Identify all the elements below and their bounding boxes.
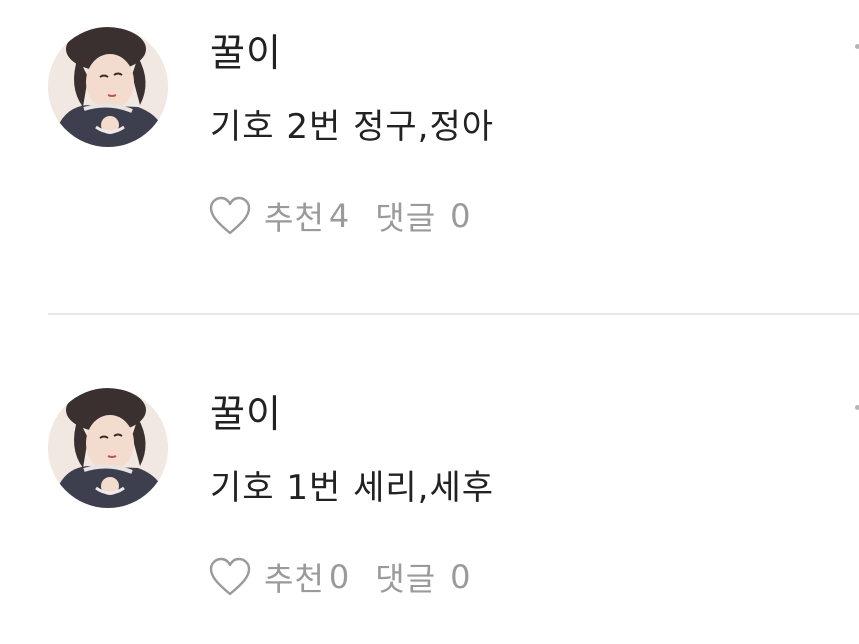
comment-author[interactable]: 꿀이 [210, 391, 282, 437]
comment-item: 꿀이 기호 2번 정구,정아 추천 4 댓글 0 [0, 0, 859, 250]
comment-actions: 추천 0 댓글 0 [208, 554, 471, 600]
heart-outline-icon [209, 196, 251, 235]
recommend-count: 4 [328, 197, 350, 235]
reply-count: 0 [450, 558, 471, 596]
heart-outline-icon [209, 557, 251, 596]
recommend-button[interactable]: 추천 0 [208, 554, 349, 600]
reply-label: 댓글 [375, 199, 437, 237]
avatar[interactable] [48, 388, 168, 508]
reply-button[interactable]: 댓글 0 [375, 193, 470, 239]
comment-actions: 추천 4 댓글 0 [208, 193, 471, 239]
comment-text: 기호 1번 세리,세후 [210, 468, 495, 508]
divider [48, 313, 859, 315]
comment-item: 꿀이 기호 1번 세리,세후 추천 0 댓글 0 [0, 361, 859, 611]
recommend-label: 추천 [264, 560, 325, 598]
reply-label: 댓글 [375, 560, 437, 598]
avatar-photo [48, 27, 168, 147]
recommend-button[interactable]: 추천 4 [208, 193, 349, 239]
reply-button[interactable]: 댓글 0 [375, 554, 470, 600]
avatar-photo [48, 388, 168, 508]
more-dot-icon[interactable] [855, 405, 859, 410]
comment-text: 기호 2번 정구,정아 [210, 107, 495, 147]
recommend-count: 0 [328, 558, 350, 596]
more-dot-icon[interactable] [855, 44, 859, 49]
comment-author[interactable]: 꿀이 [210, 30, 282, 76]
reply-count: 0 [450, 197, 471, 235]
avatar[interactable] [48, 27, 168, 147]
recommend-label: 추천 [264, 199, 325, 237]
